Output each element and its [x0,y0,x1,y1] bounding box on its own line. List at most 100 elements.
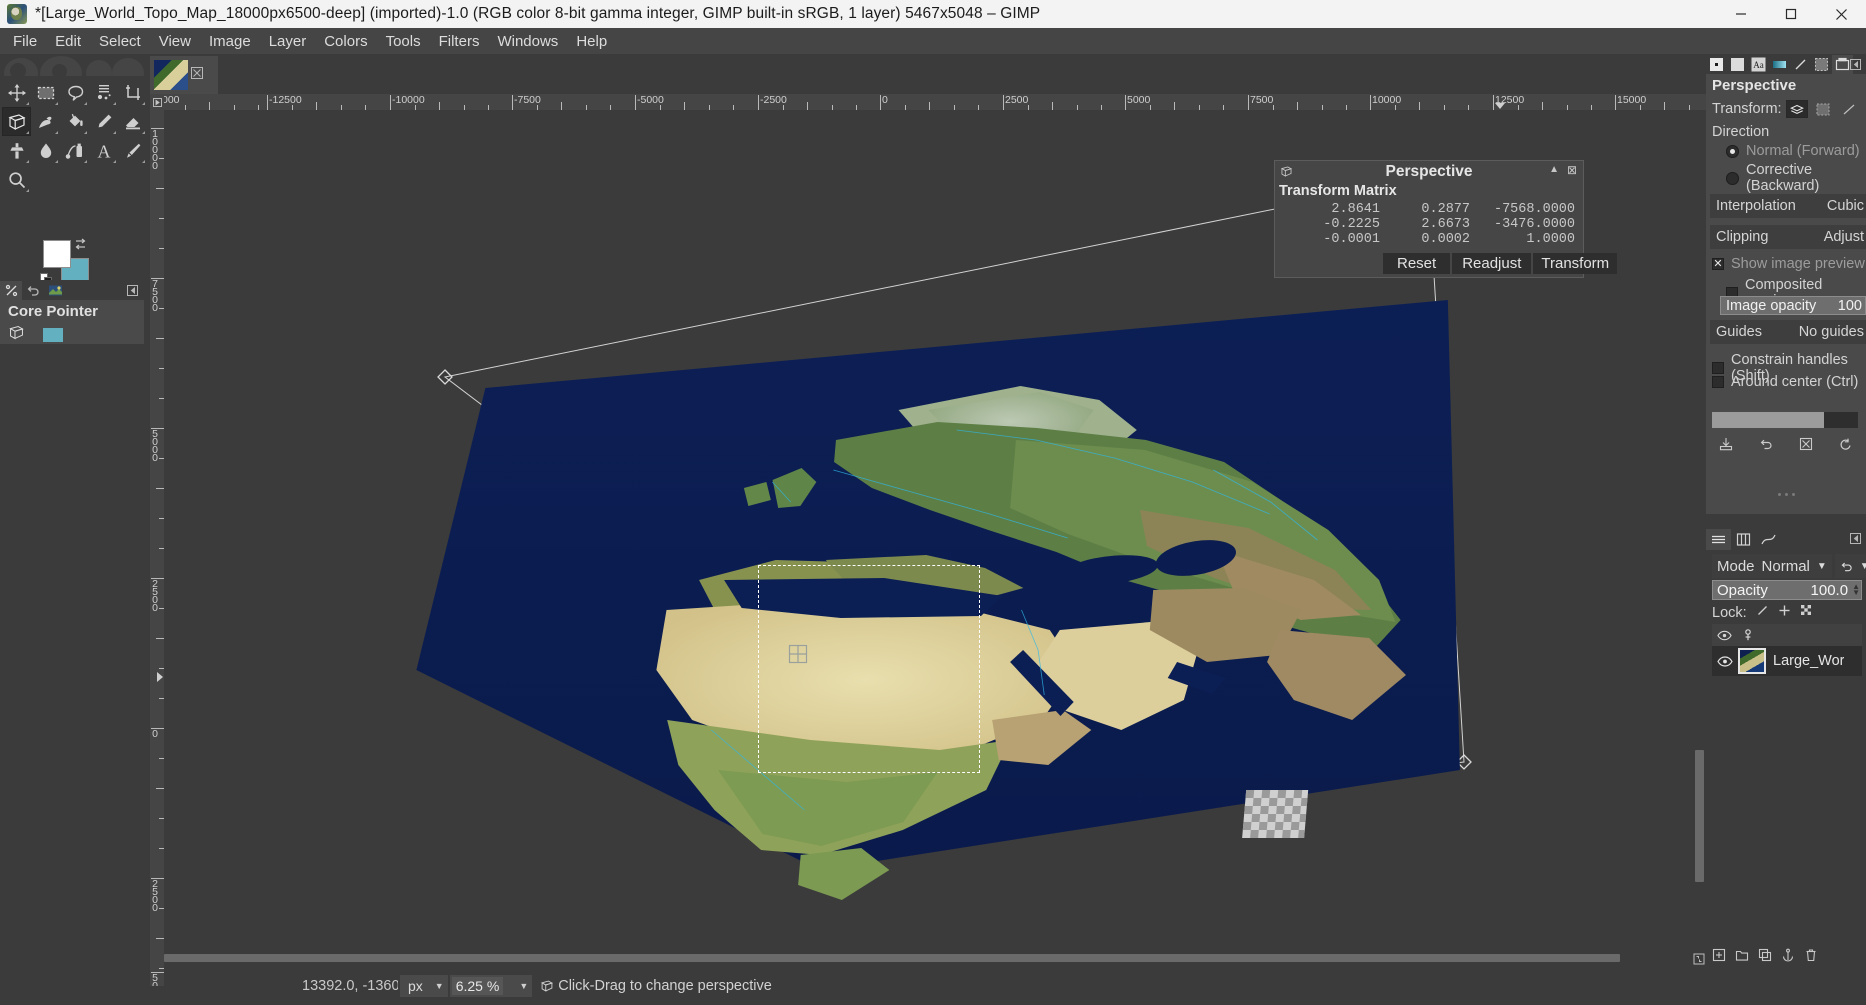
channels-tab[interactable] [1731,529,1756,550]
smudge-tool[interactable] [31,107,60,136]
channels-tab[interactable] [1811,55,1832,74]
menu-file[interactable]: File [4,30,46,53]
device-status-tab[interactable] [0,281,22,300]
patterns-tab[interactable] [1727,55,1748,74]
around-center-row[interactable]: Around center (Ctrl) [1712,374,1858,390]
close-button[interactable] [1816,0,1866,28]
zoom-selector[interactable]: 6.25 % ▼ [449,975,533,997]
checkbox-show-image-preview[interactable]: ✕ [1712,258,1724,270]
menu-edit[interactable]: Edit [46,30,90,53]
paths-tab[interactable] [1756,529,1781,550]
table-row[interactable]: Large_Wor [1712,646,1862,676]
blur-tool[interactable] [31,136,60,165]
transform-button[interactable]: Transform [1533,253,1618,274]
menu-colors[interactable]: Colors [315,30,376,53]
opacity-stepper[interactable]: ▲ ▼ [1852,583,1860,597]
menu-tools[interactable]: Tools [377,30,430,53]
menu-view[interactable]: View [150,30,200,53]
new-layer-icon[interactable] [1712,948,1726,967]
pencil-tool[interactable] [89,107,118,136]
blend-mode-selector[interactable]: Mode Normal ▼ [1712,554,1832,578]
layer-boundary[interactable] [758,565,980,773]
transform-target-selection-button[interactable] [1811,100,1834,118]
foreground-color-swatch[interactable] [43,240,71,268]
move-tool[interactable] [2,78,31,107]
vertical-scrollbar[interactable] [1692,110,1706,986]
show-image-preview-row[interactable]: ✕ Show image preview [1712,256,1865,272]
clipping-row[interactable]: Clipping Adjust [1710,225,1866,249]
crop-tool[interactable] [118,78,147,107]
save-tool-preset-icon[interactable] [1719,437,1733,456]
lock-pixels-icon[interactable] [1756,604,1769,621]
transform-target-layer-button[interactable] [1785,100,1808,118]
perspective-dialog-close-icon[interactable]: ⊠ [1567,163,1577,177]
undo-history-tab[interactable] [22,281,44,300]
paths-tab[interactable] [1790,55,1811,74]
bucket-fill-tool[interactable] [60,107,89,136]
image-tab-close-icon[interactable] [191,66,203,84]
menu-layer[interactable]: Layer [260,30,316,53]
canvas[interactable]: Perspective ▲ ⊠ Transform Matrix 2.8641 … [164,110,1690,986]
reset-tool-options-icon[interactable] [1839,437,1853,456]
checkbox-constrain-handles[interactable] [1712,362,1724,374]
zoom-fit-button[interactable] [1692,952,1706,966]
paintbrush-tool[interactable] [118,136,147,165]
reset-button[interactable]: Reset [1383,253,1451,274]
menu-image[interactable]: Image [200,30,260,53]
transform-center-handle[interactable] [788,644,808,664]
delete-layer-icon[interactable] [1804,948,1818,967]
lock-alpha-icon[interactable] [1800,604,1813,621]
layers-tab[interactable] [1706,529,1731,550]
zoom-tool[interactable] [2,165,31,194]
layer-visibility-icon[interactable] [1712,655,1738,667]
vertical-scrollbar-thumb[interactable] [1695,750,1704,882]
fonts-tab[interactable]: Aa [1748,55,1769,74]
layers-dock-collapse-icon[interactable] [1850,531,1861,549]
menu-help[interactable]: Help [567,30,616,53]
interpolation-row[interactable]: Interpolation Cubic [1710,194,1866,218]
zoom-value[interactable]: 6.25 % [451,977,504,995]
swap-colors-icon[interactable] [74,238,87,251]
restore-tool-preset-icon[interactable] [1759,437,1773,456]
guides-row[interactable]: Guides No guides [1710,320,1866,344]
gradients-tab[interactable] [1769,55,1790,74]
ink-tool[interactable] [60,136,89,165]
duplicate-layer-icon[interactable] [1758,948,1772,967]
menu-windows[interactable]: Windows [488,30,567,53]
images-tab[interactable] [44,281,66,300]
layer-opacity-slider[interactable]: Opacity 100.0 ▲ ▼ [1712,580,1862,600]
unit-selector[interactable]: px ▼ [400,975,448,997]
maximize-button[interactable] [1766,0,1816,28]
readjust-button[interactable]: Readjust [1452,253,1532,274]
image-thumbnail-tab[interactable] [150,56,218,94]
perspective-dialog[interactable]: Perspective ▲ ⊠ Transform Matrix 2.8641 … [1274,160,1618,278]
rectangle-select-tool[interactable] [31,78,60,107]
vertical-ruler[interactable]: 10000750050002500025005000 [150,110,164,986]
ruler-unit-menu[interactable] [150,94,164,110]
radio-corrective[interactable] [1726,171,1739,185]
direction-corrective-option[interactable]: Corrective (Backward) [1726,162,1866,194]
minimize-button[interactable] [1716,0,1766,28]
menu-filters[interactable]: Filters [430,30,489,53]
device-dock-collapse-icon[interactable] [127,283,138,301]
direction-normal-option[interactable]: Normal (Forward) [1726,143,1866,159]
image-opacity-slider[interactable]: Image opacity 100 [1720,296,1866,315]
unified-transform-tool[interactable] [2,107,31,136]
horizontal-scrollbar[interactable] [164,952,1670,964]
clone-stamp-tool[interactable] [2,136,31,165]
tool-options-preview-bar[interactable] [1712,412,1858,428]
radio-normal[interactable] [1726,144,1739,158]
transform-target-path-button[interactable] [1837,100,1860,118]
device-color-swatch[interactable] [43,328,63,342]
lock-position-icon[interactable] [1778,604,1791,621]
delete-tool-preset-icon[interactable] [1799,437,1813,456]
text-tool[interactable]: A [89,136,118,165]
anchor-layer-icon[interactable] [1781,948,1795,967]
horizontal-ruler[interactable]: 000 -12500 -10000 -7500 -5000 -2500 0 2500 5000 7… [150,94,1706,110]
brushes-tab[interactable] [1706,55,1727,74]
new-group-icon[interactable] [1735,948,1749,967]
eraser-tool[interactable] [118,107,147,136]
fuzzy-select-tool[interactable] [89,78,118,107]
horizontal-scrollbar-thumb[interactable] [164,954,1620,962]
perspective-dialog-collapse-icon[interactable]: ▲ [1549,164,1559,175]
